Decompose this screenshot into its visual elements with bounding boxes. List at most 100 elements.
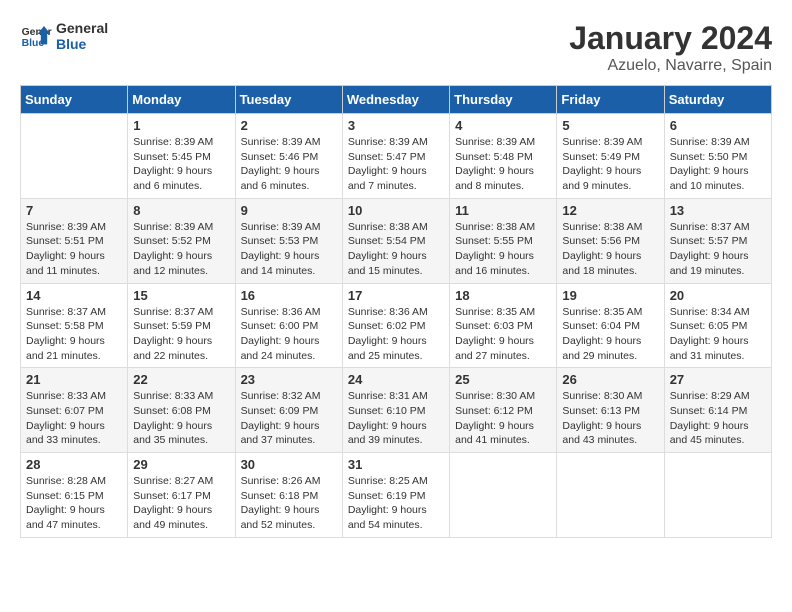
main-title: January 2024 <box>569 20 772 57</box>
calendar-cell: 12Sunrise: 8:38 AM Sunset: 5:56 PM Dayli… <box>557 198 664 283</box>
calendar-cell: 15Sunrise: 8:37 AM Sunset: 5:59 PM Dayli… <box>128 283 235 368</box>
day-number: 4 <box>455 118 551 133</box>
calendar-cell: 26 Sunrise: 8:30 AM Sunset: 6:13 PM Dayli… <box>557 368 664 453</box>
calendar-cell: 17 Sunrise: 8:36 AM Sunset: 6:02 PM Dayli… <box>342 283 449 368</box>
day-info: Sunrise: 8:39 AM Sunset: 5:49 PM Dayligh… <box>562 135 658 194</box>
day-info: Sunrise: 8:37 AM Sunset: 5:57 PM Dayligh… <box>670 220 766 279</box>
calendar-cell: 30 Sunrise: 8:26 AM Sunset: 6:18 PM Dayli… <box>235 453 342 538</box>
week-row-5: 28Sunrise: 8:28 AM Sunset: 6:15 PM Dayli… <box>21 453 772 538</box>
calendar-cell: 31 Sunrise: 8:25 AM Sunset: 6:19 PM Dayli… <box>342 453 449 538</box>
subtitle: Azuelo, Navarre, Spain <box>569 57 772 75</box>
column-header-tuesday: Tuesday <box>235 86 342 114</box>
day-number: 24 <box>348 372 444 387</box>
day-info: Sunrise: 8:39 AM Sunset: 5:50 PM Dayligh… <box>670 135 766 194</box>
day-number: 22 <box>133 372 229 387</box>
calendar-cell <box>557 453 664 538</box>
day-info: Sunrise: 8:39 AM Sunset: 5:52 PM Dayligh… <box>133 220 229 279</box>
day-info: Sunrise: 8:36 AM Sunset: 6:00 PM Dayligh… <box>241 305 337 364</box>
day-number: 27 <box>670 372 766 387</box>
day-number: 17 <box>348 288 444 303</box>
day-number: 1 <box>133 118 229 133</box>
day-number: 30 <box>241 457 337 472</box>
day-number: 10 <box>348 203 444 218</box>
calendar-cell: 4Sunrise: 8:39 AM Sunset: 5:48 PM Daylig… <box>450 114 557 199</box>
day-info: Sunrise: 8:38 AM Sunset: 5:56 PM Dayligh… <box>562 220 658 279</box>
day-info: Sunrise: 8:39 AM Sunset: 5:46 PM Dayligh… <box>241 135 337 194</box>
calendar-cell: 21Sunrise: 8:33 AM Sunset: 6:07 PM Dayli… <box>21 368 128 453</box>
day-info: Sunrise: 8:32 AM Sunset: 6:09 PM Dayligh… <box>241 389 337 448</box>
calendar-cell: 7Sunrise: 8:39 AM Sunset: 5:51 PM Daylig… <box>21 198 128 283</box>
calendar-cell: 22 Sunrise: 8:33 AM Sunset: 6:08 PM Dayli… <box>128 368 235 453</box>
calendar-table: SundayMondayTuesdayWednesdayThursdayFrid… <box>20 85 772 538</box>
day-number: 20 <box>670 288 766 303</box>
calendar-cell <box>21 114 128 199</box>
day-number: 25 <box>455 372 551 387</box>
calendar-cell: 24Sunrise: 8:31 AM Sunset: 6:10 PM Dayli… <box>342 368 449 453</box>
day-number: 18 <box>455 288 551 303</box>
day-number: 26 <box>562 372 658 387</box>
day-info: Sunrise: 8:29 AM Sunset: 6:14 PM Dayligh… <box>670 389 766 448</box>
calendar-cell: 28Sunrise: 8:28 AM Sunset: 6:15 PM Dayli… <box>21 453 128 538</box>
header-row: SundayMondayTuesdayWednesdayThursdayFrid… <box>21 86 772 114</box>
calendar-cell: 19 Sunrise: 8:35 AM Sunset: 6:04 PM Dayli… <box>557 283 664 368</box>
day-info: Sunrise: 8:36 AM Sunset: 6:02 PM Dayligh… <box>348 305 444 364</box>
day-number: 9 <box>241 203 337 218</box>
day-number: 13 <box>670 203 766 218</box>
day-info: Sunrise: 8:38 AM Sunset: 5:55 PM Dayligh… <box>455 220 551 279</box>
calendar-cell: 27 Sunrise: 8:29 AM Sunset: 6:14 PM Dayli… <box>664 368 771 453</box>
day-number: 19 <box>562 288 658 303</box>
day-info: Sunrise: 8:39 AM Sunset: 5:45 PM Dayligh… <box>133 135 229 194</box>
day-info: Sunrise: 8:25 AM Sunset: 6:19 PM Dayligh… <box>348 474 444 533</box>
day-info: Sunrise: 8:38 AM Sunset: 5:54 PM Dayligh… <box>348 220 444 279</box>
day-number: 28 <box>26 457 122 472</box>
day-number: 3 <box>348 118 444 133</box>
day-info: Sunrise: 8:26 AM Sunset: 6:18 PM Dayligh… <box>241 474 337 533</box>
day-number: 5 <box>562 118 658 133</box>
week-row-4: 21Sunrise: 8:33 AM Sunset: 6:07 PM Dayli… <box>21 368 772 453</box>
day-info: Sunrise: 8:30 AM Sunset: 6:12 PM Dayligh… <box>455 389 551 448</box>
day-info: Sunrise: 8:30 AM Sunset: 6:13 PM Dayligh… <box>562 389 658 448</box>
logo-line2: Blue <box>56 36 108 52</box>
day-info: Sunrise: 8:39 AM Sunset: 5:47 PM Dayligh… <box>348 135 444 194</box>
column-header-thursday: Thursday <box>450 86 557 114</box>
calendar-cell: 6Sunrise: 8:39 AM Sunset: 5:50 PM Daylig… <box>664 114 771 199</box>
logo-icon: General Blue <box>20 22 52 50</box>
calendar-cell: 16Sunrise: 8:36 AM Sunset: 6:00 PM Dayli… <box>235 283 342 368</box>
column-header-monday: Monday <box>128 86 235 114</box>
logo-line1: General <box>56 20 108 36</box>
column-header-sunday: Sunday <box>21 86 128 114</box>
day-info: Sunrise: 8:35 AM Sunset: 6:04 PM Dayligh… <box>562 305 658 364</box>
week-row-3: 14Sunrise: 8:37 AM Sunset: 5:58 PM Dayli… <box>21 283 772 368</box>
day-info: Sunrise: 8:39 AM Sunset: 5:53 PM Dayligh… <box>241 220 337 279</box>
day-number: 8 <box>133 203 229 218</box>
day-info: Sunrise: 8:27 AM Sunset: 6:17 PM Dayligh… <box>133 474 229 533</box>
column-header-wednesday: Wednesday <box>342 86 449 114</box>
day-number: 2 <box>241 118 337 133</box>
calendar-cell: 3 Sunrise: 8:39 AM Sunset: 5:47 PM Daylig… <box>342 114 449 199</box>
calendar-cell: 9 Sunrise: 8:39 AM Sunset: 5:53 PM Daylig… <box>235 198 342 283</box>
calendar-cell <box>450 453 557 538</box>
day-number: 31 <box>348 457 444 472</box>
header: General Blue General Blue January 2024 A… <box>20 20 772 75</box>
week-row-1: 1 Sunrise: 8:39 AM Sunset: 5:45 PM Daylig… <box>21 114 772 199</box>
calendar-cell: 2 Sunrise: 8:39 AM Sunset: 5:46 PM Daylig… <box>235 114 342 199</box>
logo: General Blue General Blue <box>20 20 108 52</box>
day-number: 23 <box>241 372 337 387</box>
week-row-2: 7Sunrise: 8:39 AM Sunset: 5:51 PM Daylig… <box>21 198 772 283</box>
calendar-cell: 18 Sunrise: 8:35 AM Sunset: 6:03 PM Dayli… <box>450 283 557 368</box>
calendar-cell <box>664 453 771 538</box>
day-info: Sunrise: 8:33 AM Sunset: 6:08 PM Dayligh… <box>133 389 229 448</box>
calendar-cell: 29Sunrise: 8:27 AM Sunset: 6:17 PM Dayli… <box>128 453 235 538</box>
calendar-cell: 25 Sunrise: 8:30 AM Sunset: 6:12 PM Dayli… <box>450 368 557 453</box>
calendar-cell: 23 Sunrise: 8:32 AM Sunset: 6:09 PM Dayli… <box>235 368 342 453</box>
calendar-cell: 8 Sunrise: 8:39 AM Sunset: 5:52 PM Daylig… <box>128 198 235 283</box>
calendar-cell: 1 Sunrise: 8:39 AM Sunset: 5:45 PM Daylig… <box>128 114 235 199</box>
calendar-cell: 14Sunrise: 8:37 AM Sunset: 5:58 PM Dayli… <box>21 283 128 368</box>
calendar-cell: 5 Sunrise: 8:39 AM Sunset: 5:49 PM Daylig… <box>557 114 664 199</box>
column-header-saturday: Saturday <box>664 86 771 114</box>
calendar-cell: 13 Sunrise: 8:37 AM Sunset: 5:57 PM Dayli… <box>664 198 771 283</box>
column-header-friday: Friday <box>557 86 664 114</box>
day-number: 14 <box>26 288 122 303</box>
day-info: Sunrise: 8:35 AM Sunset: 6:03 PM Dayligh… <box>455 305 551 364</box>
title-area: January 2024 Azuelo, Navarre, Spain <box>569 20 772 75</box>
